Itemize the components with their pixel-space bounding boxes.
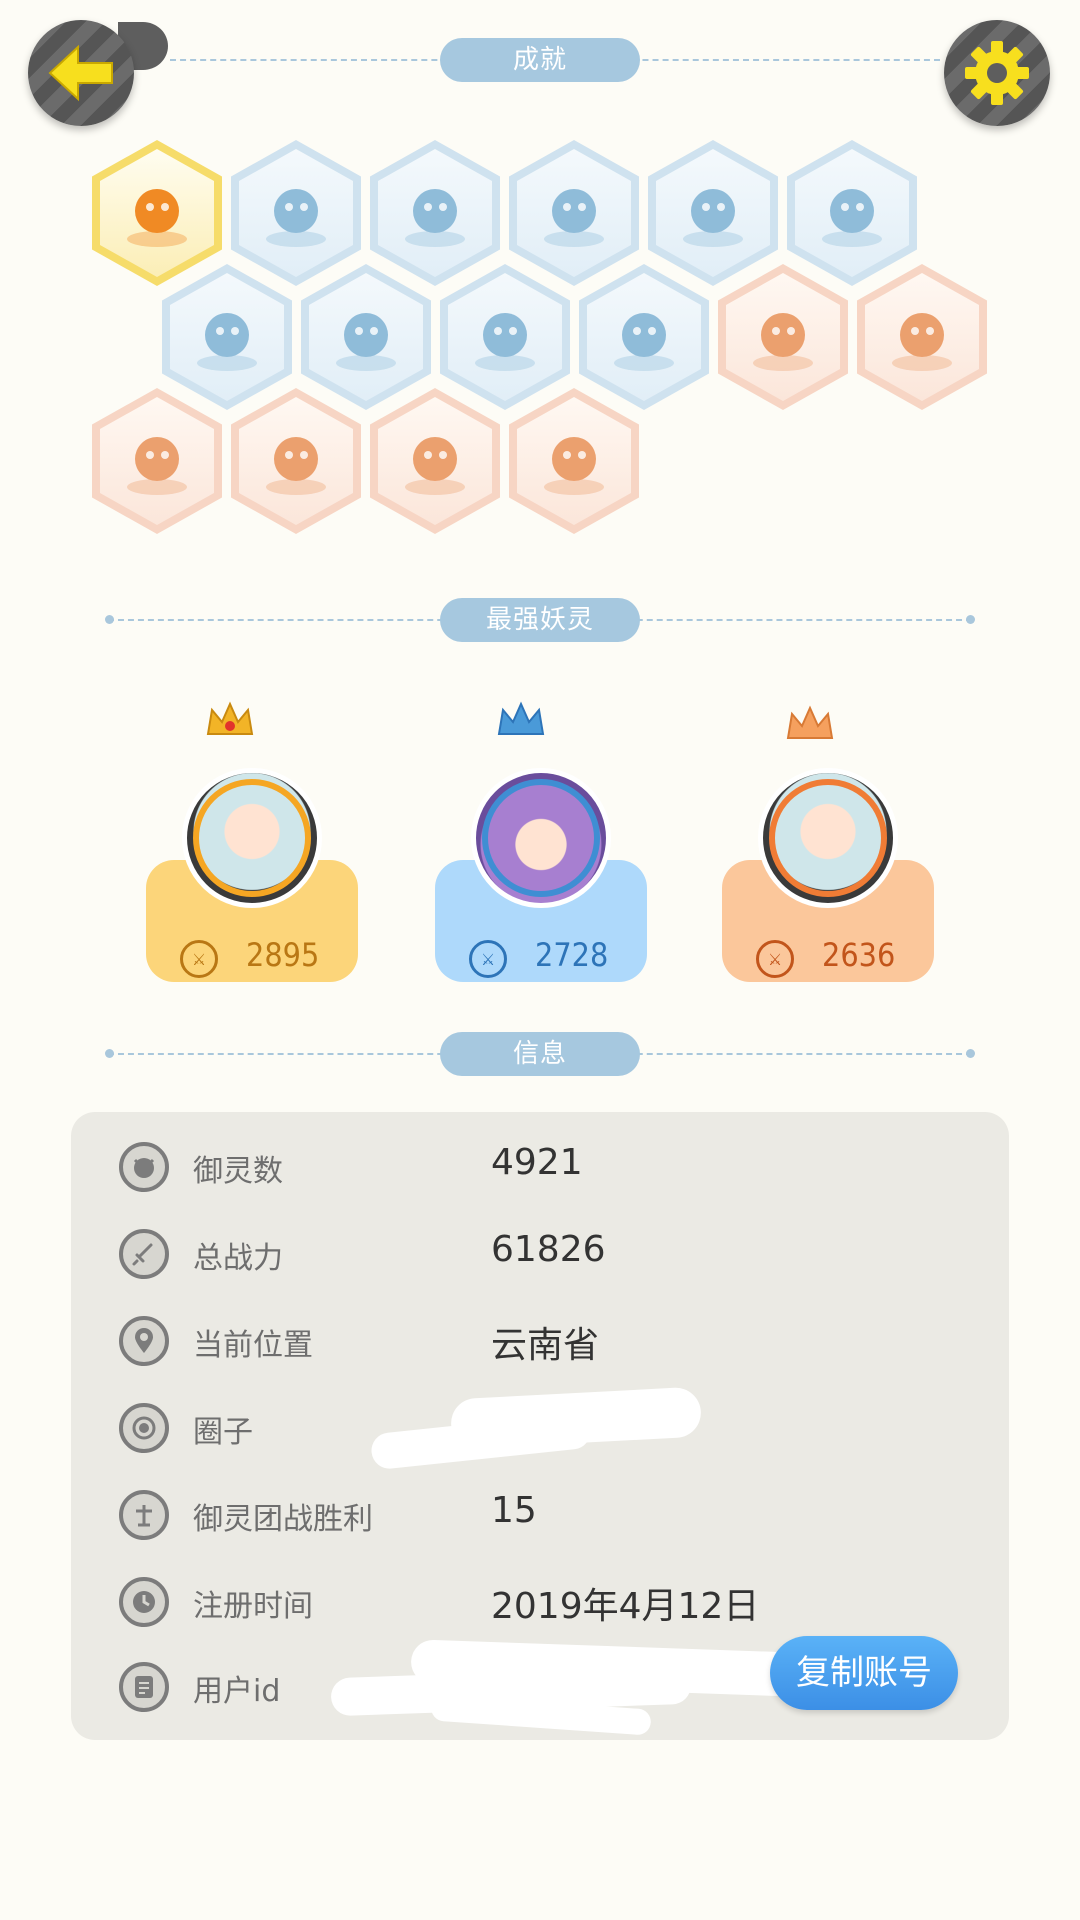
yin-yang-swirl-icon [822, 189, 882, 247]
achievement-badge[interactable] [509, 388, 639, 534]
info-row-spirit-count: 御灵数 4921 [71, 1132, 1009, 1202]
divider-dot [966, 1049, 975, 1058]
orange-cat-icon [127, 189, 187, 247]
divider-dot [966, 615, 975, 624]
achievement-badge[interactable] [857, 264, 987, 410]
koi-fish-icon [127, 437, 187, 495]
back-arrow-icon [48, 44, 113, 102]
cart-cat-icon [892, 313, 952, 371]
section-title-info: 信息 [440, 1032, 640, 1076]
top-spirits-divider: 最强妖灵 [105, 598, 975, 642]
champion-power: 2636 [822, 936, 896, 974]
champion-avatar [471, 768, 611, 908]
sword-icon: ⚔ [180, 940, 218, 978]
info-label: 当前位置 [193, 1328, 313, 1363]
info-row-team-wins: 御灵团战胜利 15 [71, 1480, 1009, 1550]
yin-yang-book-icon [475, 313, 535, 371]
achievement-badge[interactable] [231, 388, 361, 534]
moon-icon [544, 189, 604, 247]
demon-statue-icon [405, 437, 465, 495]
spirit-face-icon [119, 1142, 169, 1192]
vortex-mirror-icon [405, 189, 465, 247]
achievement-badge[interactable] [92, 388, 222, 534]
copy-account-button[interactable]: 复制账号 [770, 1636, 958, 1710]
orb-icon [683, 189, 743, 247]
fox-spirit-icon [614, 313, 674, 371]
info-row-total-power: 总战力 61826 [71, 1219, 1009, 1289]
champion-avatar [758, 768, 898, 908]
bronze-crown-icon [786, 705, 834, 739]
sword-icon [119, 1229, 169, 1279]
info-row-location: 当前位置 云南省 [71, 1306, 1009, 1376]
document-icon [119, 1662, 169, 1712]
info-divider: 信息 [105, 1032, 975, 1076]
info-label: 御灵数 [193, 1154, 283, 1189]
blue-crown-icon [497, 701, 545, 735]
info-value: 61826 [491, 1229, 606, 1270]
sneaker-icon [266, 189, 326, 247]
back-button[interactable] [28, 20, 134, 126]
info-value: 4921 [491, 1142, 583, 1183]
divider-dot [105, 615, 114, 624]
info-value: 云南省 [491, 1325, 600, 1366]
champion-avatar [182, 768, 322, 908]
spirit-figure-icon [197, 313, 257, 371]
egg-icon [753, 313, 813, 371]
info-label: 用户id [193, 1674, 281, 1709]
settings-button[interactable] [944, 20, 1050, 126]
section-title-top-spirits: 最强妖灵 [440, 598, 640, 642]
champion-power: 2728 [535, 936, 609, 974]
sword-icon: ⚔ [756, 940, 794, 978]
divider-dot [105, 1049, 114, 1058]
fox-book-icon [544, 437, 604, 495]
section-title-achievements: 成就 [440, 38, 640, 82]
info-row-circle: 圈子 [71, 1386, 1009, 1471]
shield-icon [266, 437, 326, 495]
achievement-badge[interactable] [370, 388, 500, 534]
info-label: 注册时间 [193, 1589, 313, 1624]
sword-icon: ⚔ [469, 940, 507, 978]
info-value: 2019年4月12日 [491, 1586, 760, 1627]
cat-spirit-icon [336, 313, 396, 371]
info-value: 15 [491, 1490, 537, 1531]
achievements-divider: 成就 [170, 38, 940, 82]
achievement-badge[interactable] [718, 264, 848, 410]
info-label: 圈子 [193, 1415, 253, 1450]
clock-icon [119, 1577, 169, 1627]
info-label: 总战力 [193, 1241, 283, 1276]
gear-icon [965, 41, 1029, 105]
team-battle-icon [119, 1490, 169, 1540]
info-label: 御灵团战胜利 [193, 1502, 373, 1537]
location-pin-icon [119, 1316, 169, 1366]
gold-crown-icon [206, 701, 254, 735]
circle-target-icon [119, 1403, 169, 1453]
info-row-register-time: 注册时间 2019年4月12日 [71, 1567, 1009, 1637]
champion-power: 2895 [246, 936, 320, 974]
